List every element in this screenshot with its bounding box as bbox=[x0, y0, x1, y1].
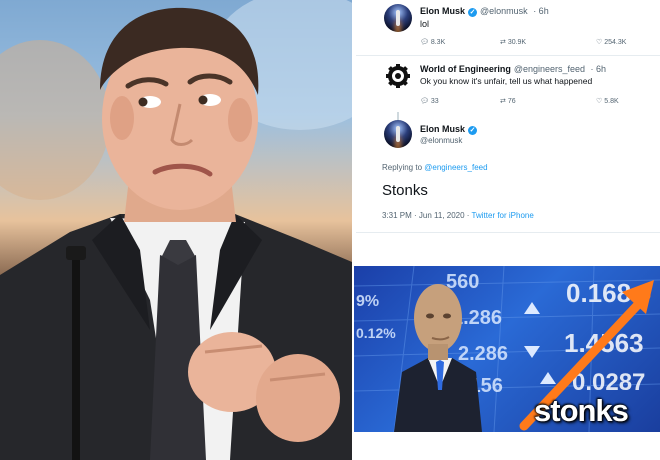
retweet-count: 76 bbox=[507, 98, 516, 105]
gear-icon bbox=[386, 64, 410, 88]
elon-avatar[interactable] bbox=[384, 4, 412, 32]
man-photo bbox=[0, 0, 352, 460]
tweet-source[interactable]: Twitter for iPhone bbox=[472, 211, 534, 220]
retweet-count: 30.9K bbox=[507, 39, 527, 46]
like-count: 5.8K bbox=[604, 98, 619, 105]
author-handle: @elonmusk bbox=[480, 6, 528, 16]
author-name: Elon Musk bbox=[420, 6, 466, 16]
author-name: World of Engineering bbox=[420, 64, 511, 74]
tweet-item[interactable]: World of Engineering @engineers_feed · 6h… bbox=[356, 56, 660, 112]
stonks-meme: 560 0.168 1.286 2.286 1.4563 .156 0.0287… bbox=[354, 266, 660, 432]
elon-avatar[interactable] bbox=[384, 120, 412, 148]
reply-button[interactable]: 💬︎ 8.3K bbox=[420, 38, 445, 46]
reply-count: 33 bbox=[430, 98, 439, 105]
tweet-item[interactable]: Elon Musk ✓ @elonmusk · 6h lol 💬︎ 8.3K ⇄ 3… bbox=[356, 0, 660, 54]
tweet-meta: 3:31 PM · Jun 11, 2020 · Twitter for iPh… bbox=[382, 211, 534, 220]
like-button[interactable]: ♡ 5.8K bbox=[596, 97, 619, 105]
verified-icon: ✓ bbox=[468, 8, 478, 17]
retweet-button[interactable]: ⇄ 76 bbox=[500, 97, 516, 105]
reply-count: 8.3K bbox=[430, 39, 446, 46]
author-handle: @engineers_feed bbox=[513, 64, 586, 74]
divider bbox=[356, 232, 660, 233]
tweet-text: lol bbox=[420, 19, 430, 29]
author-name: Elon Musk bbox=[420, 124, 466, 134]
like-count: 254.3K bbox=[604, 39, 627, 46]
tweet-actions: 💬︎ 8.3K ⇄ 30.9K ♡ 254.3K bbox=[420, 38, 660, 48]
replying-prefix: Replying to bbox=[382, 163, 423, 172]
tweet-timestamp[interactable]: 3:31 PM · Jun 11, 2020 · bbox=[382, 211, 469, 220]
main-author-name[interactable]: Elon Musk ✓ bbox=[420, 124, 478, 135]
main-author-handle[interactable]: @elonmusk bbox=[420, 136, 462, 145]
ticker-value: 2.286 bbox=[458, 343, 508, 365]
reply-button[interactable]: 💬︎ 33 bbox=[420, 97, 439, 105]
like-button[interactable]: ♡ 254.3K bbox=[596, 38, 626, 46]
tweet-author[interactable]: Elon Musk ✓ @elonmusk · 6h bbox=[420, 6, 549, 17]
ticker-value: 0.12% bbox=[356, 325, 396, 341]
replying-to-link[interactable]: @engineers_feed bbox=[424, 163, 487, 172]
tweet-text: Ok you know it's unfair, tell us what ha… bbox=[420, 76, 593, 86]
verified-icon: ✓ bbox=[468, 126, 478, 135]
ticker-value: 9% bbox=[356, 293, 379, 310]
retweet-button[interactable]: ⇄ 30.9K bbox=[500, 38, 526, 46]
replying-to: Replying to @engineers_feed bbox=[382, 163, 488, 172]
main-tweet-text: Stonks bbox=[382, 182, 428, 199]
tweet-actions: 💬︎ 33 ⇄ 76 ♡ 5.8K bbox=[420, 97, 660, 107]
ticker-value: 0.168 bbox=[566, 278, 631, 308]
engineering-avatar[interactable] bbox=[384, 62, 412, 90]
tweet-time: · 6h bbox=[590, 64, 607, 74]
tweet-time: · 6h bbox=[533, 6, 549, 16]
tweet-thread: Elon Musk ✓ @elonmusk · 6h lol 💬︎ 8.3K ⇄ 3… bbox=[356, 0, 660, 262]
stonks-caption: stonks bbox=[534, 393, 629, 428]
man-illustration bbox=[0, 0, 352, 460]
tweet-author[interactable]: World of Engineering @engineers_feed · 6h bbox=[420, 64, 606, 74]
ticker-value: 0.0287 bbox=[572, 369, 645, 396]
